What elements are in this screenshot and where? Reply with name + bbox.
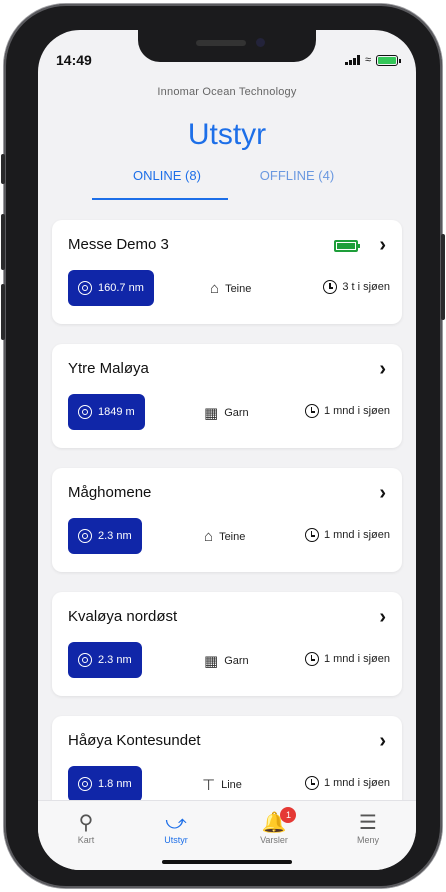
gear-type: ⊤ Line [202, 776, 242, 794]
distance-value: 2.3 nm [98, 654, 132, 666]
camera [256, 38, 265, 47]
duration-value: 3 t i sjøen [342, 281, 390, 293]
gear-type: ⌂ Teine [210, 280, 251, 297]
clock-icon [304, 528, 319, 542]
distance-value: 160.7 nm [98, 282, 144, 294]
location-pin-icon [78, 653, 92, 667]
distance-value: 1.8 nm [98, 778, 132, 790]
app-screen: 14:49 ≈ Innomar Ocean Technology Utstyr … [38, 30, 416, 870]
time-in-sea: 1 mnd i sjøen [304, 528, 390, 542]
distance-chip: 1849 m [68, 394, 145, 430]
location-pin-icon [78, 405, 92, 419]
tab-offline[interactable]: OFFLINE (4) [222, 168, 372, 202]
clock-icon [323, 280, 338, 294]
active-tab-indicator [92, 198, 228, 200]
trap-icon: ⌂ [210, 280, 220, 297]
mute-switch [1, 154, 5, 184]
phone-frame: 14:49 ≈ Innomar Ocean Technology Utstyr … [1, 4, 445, 888]
clock-icon [304, 652, 319, 666]
chevron-right-icon[interactable]: › [379, 234, 386, 257]
device-name: Måghomene [68, 484, 152, 501]
tabbar-label: Kart [77, 835, 95, 845]
location-pin-icon [78, 529, 92, 543]
distance-chip: 2.3 nm [68, 642, 142, 678]
home-indicator [162, 860, 292, 864]
tabbar-item-equipment[interactable]: ⤻ Utstyr [136, 811, 216, 845]
location-pin-icon [78, 777, 92, 791]
distance-value: 2.3 nm [98, 530, 132, 542]
speaker [196, 40, 246, 46]
status-icons: ≈ [344, 54, 401, 66]
device-card[interactable]: Ytre Maløya › 1849 m ▦ Garn 1 mnd i sjøe… [52, 344, 402, 448]
chevron-right-icon[interactable]: › [379, 358, 386, 381]
duration-value: 1 mnd i sjøen [323, 777, 390, 789]
gear-label: Garn [224, 407, 249, 419]
device-name: Håøya Kontesundet [68, 732, 201, 749]
volume-up-button [1, 214, 5, 270]
duration-value: 1 mnd i sjøen [323, 653, 390, 665]
tab-online[interactable]: ONLINE (8) [92, 168, 242, 202]
distance-chip: 160.7 nm [68, 270, 154, 306]
gear-type: ▦ Garn [204, 652, 249, 670]
time-in-sea: 1 mnd i sjøen [304, 404, 390, 418]
status-time: 14:49 [56, 52, 92, 68]
net-icon: ▦ [204, 653, 219, 670]
tabbar-label: Utstyr [164, 835, 188, 845]
device-card[interactable]: Kvaløya nordøst › 2.3 nm ▦ Garn 1 mnd i … [52, 592, 402, 696]
tabbar-label: Meny [356, 835, 379, 845]
device-card[interactable]: Måghomene › 2.3 nm ⌂ Teine 1 mnd i sjøen [52, 468, 402, 572]
wifi-icon: ≈ [364, 54, 371, 66]
device-name: Kvaløya nordøst [68, 608, 178, 625]
gear-label: Teine [219, 530, 246, 543]
org-name: Innomar Ocean Technology [157, 86, 297, 98]
clock-icon [304, 776, 319, 790]
segment-tabs: ONLINE (8) OFFLINE (4) [38, 168, 416, 202]
distance-chip: 1.8 nm [68, 766, 142, 802]
gear-label: Garn [224, 655, 249, 667]
clock-icon [304, 404, 319, 418]
bottom-tab-bar: ⚲ Kart ⤻ Utstyr 🔔 1 Varsler ☰ Meny [38, 800, 416, 870]
volume-down-button [1, 284, 5, 340]
device-name: Ytre Maløya [68, 360, 149, 377]
tabbar-item-alerts[interactable]: 🔔 1 Varsler [234, 807, 314, 845]
distance-value: 1849 m [98, 406, 135, 418]
signal-icon [344, 55, 360, 65]
chevron-right-icon[interactable]: › [379, 482, 386, 505]
tabbar-item-map[interactable]: ⚲ Kart [46, 811, 126, 845]
gear-label: Teine [225, 282, 252, 295]
chevron-right-icon[interactable]: › [379, 606, 386, 629]
power-button [441, 234, 445, 320]
gear-type: ▦ Garn [204, 404, 249, 422]
net-icon: ▦ [204, 405, 219, 422]
notch [138, 30, 316, 62]
tabbar-label: Varsler [260, 835, 288, 845]
bell-icon: 🔔 1 [262, 807, 297, 835]
time-in-sea: 1 mnd i sjøen [304, 652, 390, 666]
time-in-sea: 1 mnd i sjøen [304, 776, 390, 790]
notification-badge: 1 [280, 807, 297, 823]
distance-chip: 2.3 nm [68, 518, 142, 554]
location-pin-icon [78, 281, 92, 295]
line-icon: ⊤ [202, 777, 216, 794]
duration-value: 1 mnd i sjøen [323, 405, 390, 417]
battery-full-icon [334, 240, 360, 252]
map-pin-icon: ⚲ [78, 812, 94, 834]
tabbar-item-menu[interactable]: ☰ Meny [328, 811, 408, 845]
page-title: Utstyr [187, 118, 267, 151]
gear-type: ⌂ Teine [204, 528, 245, 545]
battery-icon [376, 54, 401, 66]
gear-label: Line [221, 779, 242, 791]
time-in-sea: 3 t i sjøen [323, 280, 390, 294]
device-card[interactable]: Messe Demo 3 › 160.7 nm ⌂ Teine 3 t i sj… [52, 220, 402, 324]
device-name: Messe Demo 3 [68, 236, 169, 253]
trap-icon: ⌂ [204, 528, 214, 545]
hamburger-icon: ☰ [359, 812, 377, 834]
chevron-right-icon[interactable]: › [379, 730, 386, 753]
duration-value: 1 mnd i sjøen [323, 529, 390, 541]
hook-icon: ⤻ [165, 812, 187, 834]
